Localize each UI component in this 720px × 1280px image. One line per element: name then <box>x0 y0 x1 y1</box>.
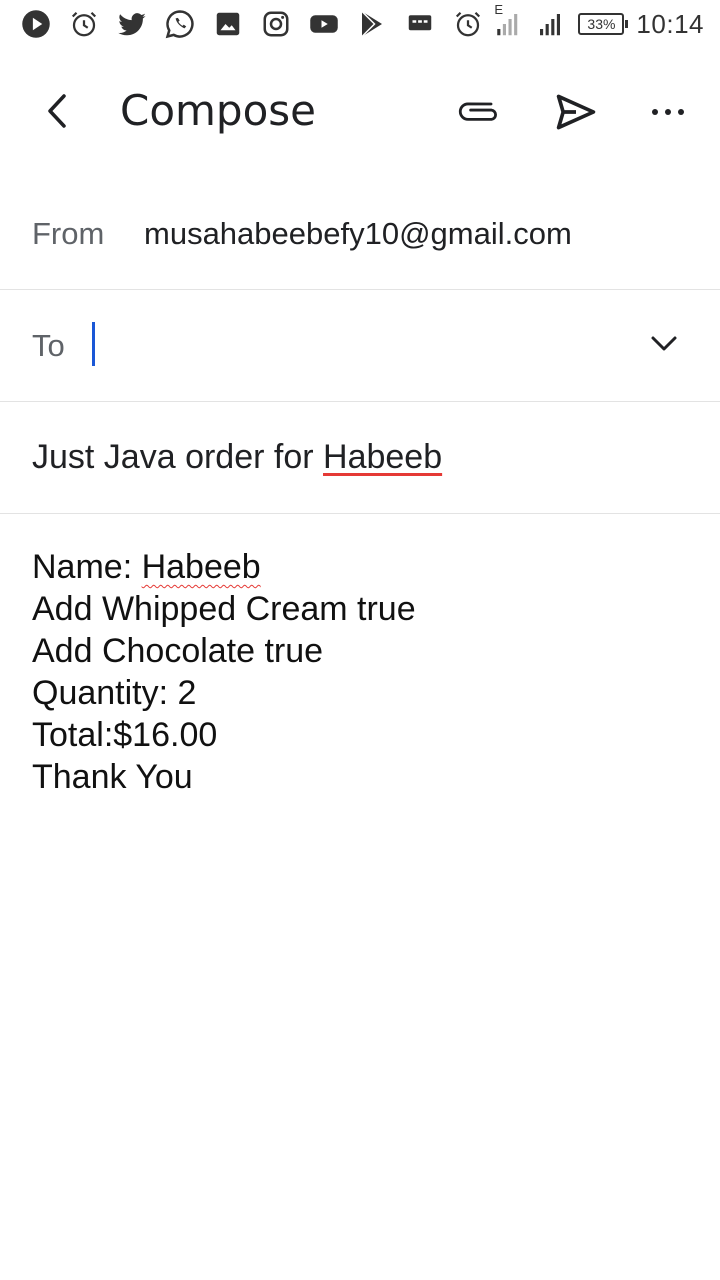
alarm-icon <box>452 8 484 40</box>
message-icon <box>404 8 436 40</box>
to-row[interactable]: To <box>0 290 720 402</box>
page-title: Compose <box>120 86 317 135</box>
mobile-data-signal-icon: E <box>490 2 522 40</box>
gallery-icon <box>212 8 244 40</box>
send-button[interactable] <box>550 86 602 138</box>
body-line: Total:$16.00 <box>32 716 218 754</box>
app-bar: Compose <box>0 64 720 160</box>
body-line: Add Chocolate true <box>32 632 324 670</box>
name-misspelled-word: Habeeb <box>141 548 261 586</box>
expand-recipients-button[interactable] <box>640 320 688 368</box>
chevron-down-icon <box>651 336 677 351</box>
notification-icons <box>20 8 490 40</box>
send-icon <box>556 94 596 130</box>
subject-row[interactable]: Just Java order for Habeeb <box>0 402 720 514</box>
instagram-icon <box>260 8 292 40</box>
alarm-icon <box>68 8 100 40</box>
from-address[interactable]: musahabeebefy10@gmail.com <box>144 216 572 252</box>
paperclip-icon <box>458 102 497 121</box>
status-bar: E 33% 10:14 <box>0 0 720 48</box>
more-vert-icon <box>652 109 684 115</box>
message-body[interactable]: Name: Habeeb Add Whipped Cream true Add … <box>32 546 688 798</box>
whatsapp-icon <box>164 8 196 40</box>
body-line: Add Whipped Cream true <box>32 590 416 628</box>
body-line-name: Name: Habeeb <box>32 546 688 588</box>
from-row[interactable]: From musahabeebefy10@gmail.com <box>0 178 720 290</box>
to-label: To <box>32 328 65 363</box>
back-button[interactable] <box>32 86 82 136</box>
battery-indicator: 33% <box>578 13 629 35</box>
system-indicators: E 33% 10:14 <box>490 2 704 40</box>
play-icon <box>20 8 52 40</box>
signal-icon <box>534 8 566 40</box>
subject-prefix: Just Java order for <box>32 438 324 476</box>
network-type-label: E <box>494 2 504 17</box>
subject-field[interactable]: Just Java order for Habeeb <box>32 438 442 477</box>
body-line: Quantity: 2 <box>32 674 197 712</box>
name-prefix: Name: <box>32 548 142 586</box>
more-options-button[interactable] <box>642 86 694 138</box>
status-time: 10:14 <box>636 8 704 39</box>
subject-misspelled-word: Habeeb <box>323 438 443 476</box>
attach-button[interactable] <box>454 86 506 138</box>
play-store-icon <box>356 8 388 40</box>
body-line: Thank You <box>32 758 193 796</box>
youtube-icon <box>308 8 340 40</box>
twitter-icon <box>116 8 148 40</box>
back-arrow-icon <box>48 94 66 128</box>
to-input[interactable] <box>92 322 612 366</box>
from-label: From <box>32 216 105 251</box>
